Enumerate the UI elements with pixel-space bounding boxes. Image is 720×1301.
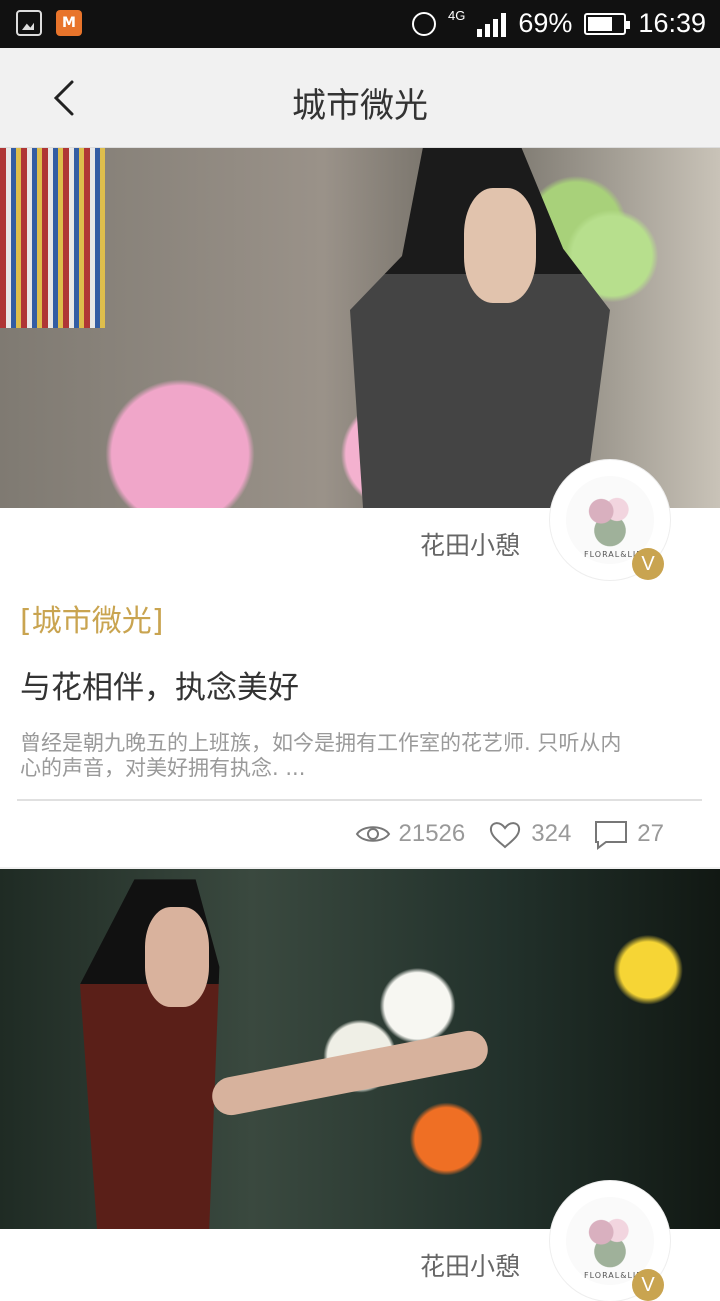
battery-percent: 69% <box>518 8 573 38</box>
author-name[interactable]: 花田小憩 <box>420 1247 520 1283</box>
clock: 16:39 <box>638 8 706 38</box>
florist-face-shape <box>464 188 536 303</box>
comment-icon <box>595 821 628 851</box>
signal-icon <box>477 11 507 37</box>
eye-icon <box>355 826 390 843</box>
post-title[interactable]: 与花相伴，执念美好 <box>20 662 700 707</box>
post-card[interactable]: FLORAL&LIFE V 花田小憩 [城市微光] 与花相伴，执念美好 曾经是朝… <box>0 148 720 868</box>
views-stat: 21526 <box>355 818 466 850</box>
post-cover-image[interactable] <box>0 869 720 1230</box>
battery-icon <box>584 12 631 35</box>
battery-fill <box>588 16 612 31</box>
verified-badge: V <box>632 548 664 580</box>
title-bar: 城市微光 <box>0 48 720 148</box>
bookshelf-shape <box>0 148 105 328</box>
status-bar: M 4G 69% 16:39 <box>0 0 720 48</box>
post-card[interactable]: FLORAL&LIFE V 花田小憩 <box>0 869 720 1301</box>
status-right-icons: 4G 69% 16:39 <box>412 8 706 39</box>
views-count: 21526 <box>398 820 466 848</box>
comments-stat[interactable]: 27 <box>593 818 664 851</box>
page-title: 城市微光 <box>292 86 428 126</box>
post-stats: 21526 324 27 <box>0 801 720 867</box>
post-summary: 曾经是朝九晚五的上班族，如今是拥有工作室的花艺师. 只听从内心的声音，对美好拥有… <box>20 731 622 781</box>
post-cover-image[interactable] <box>0 148 720 508</box>
author-name[interactable]: 花田小憩 <box>420 526 520 562</box>
florist-face-shape <box>145 907 209 1008</box>
likes-count: 324 <box>531 820 572 848</box>
author-avatar[interactable]: FLORAL&LIFE V <box>550 1181 670 1301</box>
status-left-icons: M <box>16 10 82 36</box>
gallery-icon <box>16 10 42 36</box>
network-type: 4G <box>448 8 466 23</box>
likes-stat[interactable]: 324 <box>487 818 571 850</box>
comments-count: 27 <box>637 820 664 848</box>
florist-arm-shape <box>208 1028 492 1119</box>
heart-icon <box>490 822 521 849</box>
author-avatar[interactable]: FLORAL&LIFE V <box>550 460 670 580</box>
post-tag[interactable]: [城市微光] <box>20 596 700 640</box>
verified-badge: V <box>632 1269 664 1301</box>
post-feed: FLORAL&LIFE V 花田小憩 [城市微光] 与花相伴，执念美好 曾经是朝… <box>0 148 720 1301</box>
app-badge-icon: M <box>56 10 82 36</box>
alarm-icon <box>412 11 437 36</box>
